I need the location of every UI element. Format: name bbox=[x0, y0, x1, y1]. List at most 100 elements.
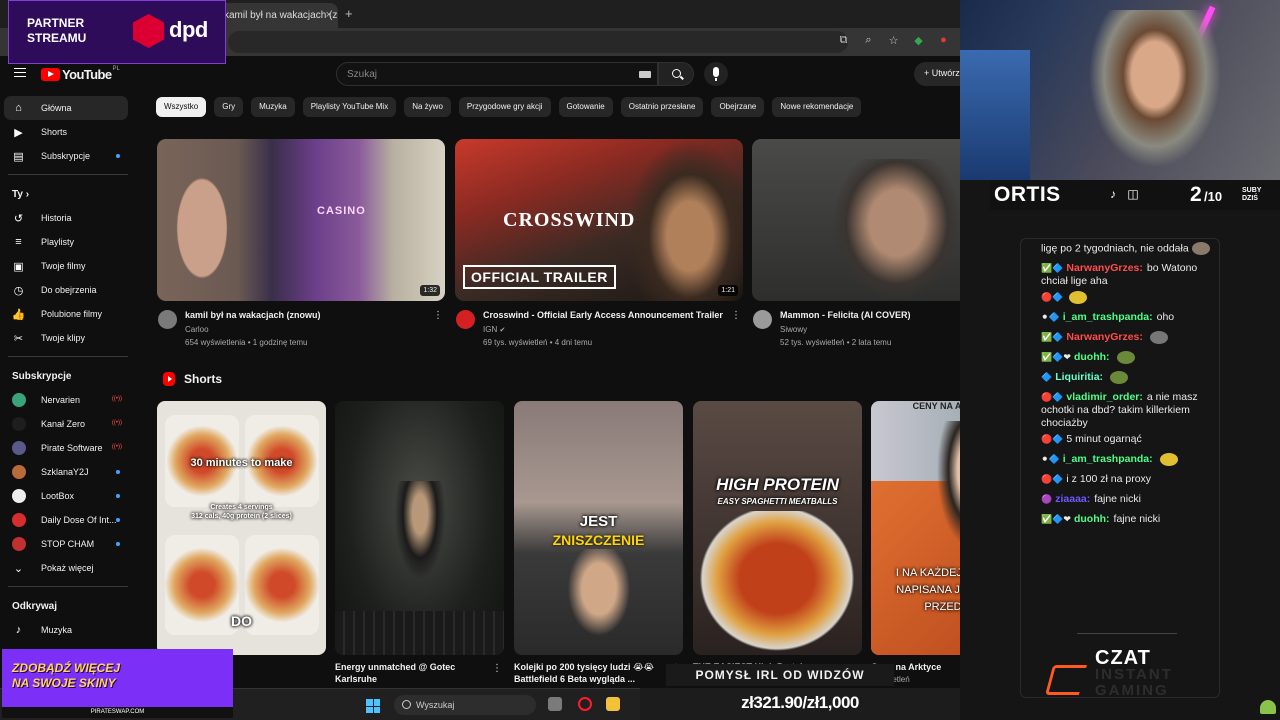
video-title[interactable]: Crosswind - Official Early Access Announ… bbox=[483, 310, 733, 320]
opera-icon[interactable] bbox=[578, 697, 592, 711]
filter-chip[interactable]: Nowe rekomendacje bbox=[772, 97, 862, 117]
short-card[interactable]: 30 minutes to make Creates 4 servings 31… bbox=[157, 401, 326, 655]
more-options-icon[interactable]: ⋮ bbox=[492, 663, 502, 674]
sidebar-item[interactable]: Pirate Software ((•)) bbox=[4, 436, 128, 460]
channel-name[interactable]: Carloo bbox=[185, 325, 445, 334]
sidebar-item-label: SzklanaY2J bbox=[41, 467, 89, 477]
new-content-dot bbox=[116, 470, 120, 474]
short-card[interactable]: Energy unmatched @ Gotec Karlsruhe ⋮ bbox=[335, 401, 504, 685]
sidebar-item[interactable]: ▤ Subskrypcje bbox=[4, 144, 128, 168]
short-thumbnail[interactable]: 30 minutes to make Creates 4 servings 31… bbox=[157, 401, 326, 655]
video-card[interactable]: CASINO 1:32 kamil był na wakacjach (znow… bbox=[157, 139, 445, 360]
video-thumbnail[interactable] bbox=[752, 139, 960, 301]
filter-chip[interactable]: Muzyka bbox=[251, 97, 295, 117]
create-button[interactable]: + Utwórz bbox=[914, 62, 960, 86]
filter-chip[interactable]: Playlisty YouTube Mix bbox=[302, 97, 397, 117]
sidebar-item[interactable]: STOP CHAM bbox=[4, 532, 128, 556]
short-thumbnail[interactable]: HIGH PROTEIN EASY SPAGHETTI MEATBALLS bbox=[693, 401, 862, 655]
filter-chip[interactable]: Na żywo bbox=[404, 97, 451, 117]
sidebar-item[interactable]: 👍 Polubione filmy bbox=[4, 302, 128, 326]
video-thumbnail[interactable]: CROSSWIND OFFICIAL TRAILER 1:21 bbox=[455, 139, 743, 301]
chat-badges-icon: ✅🔷 bbox=[1041, 263, 1064, 273]
sidebar-item[interactable]: ⌄ Pokaż więcej bbox=[4, 556, 128, 580]
sidebar-item[interactable]: ⌂ Główna bbox=[4, 96, 128, 120]
close-tab-icon[interactable]: × bbox=[326, 9, 332, 21]
channel-avatar[interactable] bbox=[456, 310, 475, 329]
search-input[interactable]: Szukaj bbox=[336, 62, 658, 86]
sidebar-item[interactable]: ↺ Historia bbox=[4, 206, 128, 230]
sidebar-item[interactable]: ▶ Shorts bbox=[4, 120, 128, 144]
zoom-icon[interactable]: ⌕ bbox=[861, 34, 876, 47]
filter-chip[interactable]: Wszystko bbox=[156, 97, 207, 117]
cast-icon[interactable]: ⧉ bbox=[836, 34, 851, 47]
short-thumbnail[interactable] bbox=[335, 401, 504, 655]
chat-username[interactable]: i_am_trashpanda: bbox=[1063, 453, 1153, 465]
sidebar-item-label: Kanał Zero bbox=[41, 419, 86, 429]
bookmark-star-icon[interactable]: ☆ bbox=[886, 34, 901, 47]
file-explorer-icon[interactable] bbox=[606, 697, 620, 711]
chat-badges-icon: ✅🔷❤ bbox=[1041, 514, 1071, 524]
more-options-icon[interactable]: ⋮ bbox=[433, 310, 443, 321]
chat-username[interactable]: Liquiritia: bbox=[1055, 371, 1103, 383]
channel-name[interactable]: IGN ✔ bbox=[483, 325, 743, 334]
sidebar-item[interactable]: Nervarien ((•)) bbox=[4, 388, 128, 412]
task-view-icon[interactable] bbox=[548, 697, 562, 711]
chat-username[interactable]: vladimir_order: bbox=[1066, 391, 1142, 403]
short-card[interactable]: CENY NA ARKTYCE I NA KAŻDEJ ETYKIECI NAP… bbox=[871, 401, 960, 684]
channel-name[interactable]: Siwowy bbox=[780, 325, 960, 334]
filter-chip[interactable]: Gotowanie bbox=[558, 97, 613, 117]
youtube-logo[interactable]: YouTube PL bbox=[41, 66, 120, 82]
watch-later-icon: ◷ bbox=[13, 284, 24, 297]
video-thumbnail[interactable]: CASINO 1:32 bbox=[157, 139, 445, 301]
video-title[interactable]: Mammon - Felicita (AI COVER) bbox=[780, 310, 960, 320]
chat-username[interactable]: NarwanyGrzes: bbox=[1066, 331, 1142, 343]
search-button[interactable] bbox=[658, 62, 694, 86]
chat-username[interactable]: duohh: bbox=[1074, 513, 1110, 525]
video-card[interactable]: Mammon - Felicita (AI COVER) Siwowy 52 t… bbox=[752, 139, 960, 360]
channel-avatar[interactable] bbox=[158, 310, 177, 329]
chat-username[interactable]: duohh: bbox=[1074, 351, 1110, 363]
channel-avatar[interactable] bbox=[753, 310, 772, 329]
short-title[interactable]: Energy unmatched @ Gotec Karlsruhe bbox=[335, 661, 504, 685]
chat-username[interactable]: i_am_trashpanda: bbox=[1063, 311, 1153, 323]
short-thumbnail[interactable]: CENY NA ARKTYCE I NA KAŻDEJ ETYKIECI NAP… bbox=[871, 401, 960, 655]
filter-chip[interactable]: Ostatnio przesłane bbox=[620, 97, 704, 117]
chat-username[interactable]: NarwanyGrzes: bbox=[1066, 262, 1142, 274]
voice-search-button[interactable] bbox=[704, 62, 728, 86]
subs-count: 2 bbox=[1190, 183, 1202, 206]
sidebar-item[interactable]: LootBox bbox=[4, 484, 128, 508]
webcam-feed bbox=[960, 0, 1280, 180]
taskbar-search[interactable]: Wyszukaj bbox=[394, 695, 536, 715]
chat-username[interactable]: ziaaaa: bbox=[1055, 493, 1090, 505]
filter-chip[interactable]: Przygodowe gry akcji bbox=[458, 97, 551, 117]
chat-badges-icon: ⚫🔷 bbox=[1041, 454, 1060, 465]
filter-chip[interactable]: Gry bbox=[214, 97, 244, 117]
sidebar-item[interactable]: ✂ Twoje klipy bbox=[4, 326, 128, 350]
android-icon bbox=[1260, 700, 1276, 714]
short-card[interactable]: JEST ZNISZCZENIE Kolejki po 200 tysięcy … bbox=[514, 401, 683, 685]
sidebar-item[interactable]: ♪ Muzyka bbox=[4, 618, 128, 642]
sidebar-item[interactable]: Kanał Zero ((•)) bbox=[4, 412, 128, 436]
video-title[interactable]: kamil był na wakacjach (znowu) bbox=[185, 310, 435, 320]
short-card[interactable]: HIGH PROTEIN EASY SPAGHETTI MEATBALLS TH… bbox=[693, 401, 862, 673]
short-overlay-top: CENY NA ARKTYCE bbox=[912, 401, 960, 411]
short-title[interactable]: Kolejki po 200 tysięcy ludzi 😭😭 Battlefi… bbox=[514, 661, 683, 685]
sidebar-item[interactable]: ≡ Playlisty bbox=[4, 230, 128, 254]
extension-record-icon[interactable]: ● bbox=[936, 34, 951, 47]
filter-chip[interactable]: Obejrzane bbox=[711, 97, 765, 117]
windows-start-icon[interactable] bbox=[366, 699, 380, 713]
keyboard-icon[interactable] bbox=[639, 71, 651, 78]
short-thumbnail[interactable]: JEST ZNISZCZENIE bbox=[514, 401, 683, 655]
video-meta: Mammon - Felicita (AI COVER) Siwowy 52 t… bbox=[752, 310, 960, 360]
video-card[interactable]: CROSSWIND OFFICIAL TRAILER 1:21 Crosswin… bbox=[455, 139, 743, 360]
new-tab-icon[interactable]: + bbox=[345, 6, 353, 21]
sidebar-item[interactable]: SzklanaY2J bbox=[4, 460, 128, 484]
sidebar-item[interactable]: ◷ Do obejrzenia bbox=[4, 278, 128, 302]
extension-shield-icon[interactable]: ◆ bbox=[911, 34, 926, 47]
hamburger-menu-icon[interactable] bbox=[14, 68, 26, 77]
sidebar-section-you[interactable]: Ty › bbox=[0, 179, 136, 206]
more-options-icon[interactable]: ⋮ bbox=[731, 310, 741, 321]
sidebar-item[interactable]: Daily Dose Of Int... bbox=[4, 508, 128, 532]
address-bar[interactable] bbox=[228, 31, 848, 53]
sidebar-item[interactable]: ▣ Twoje filmy bbox=[4, 254, 128, 278]
